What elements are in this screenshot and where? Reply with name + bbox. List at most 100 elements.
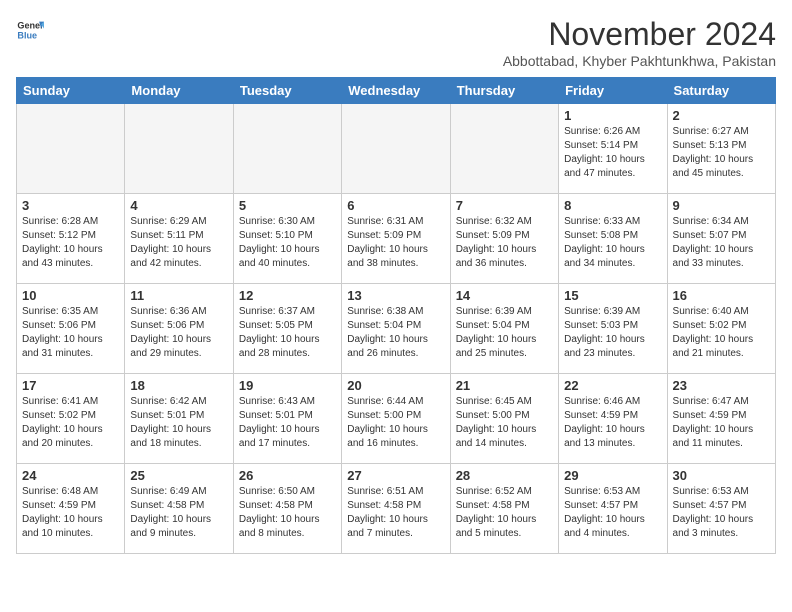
calendar-day-cell: 13 Sunrise: 6:38 AM Sunset: 5:04 PM Dayli… <box>342 284 450 374</box>
calendar-day-cell: 22 Sunrise: 6:46 AM Sunset: 4:59 PM Dayli… <box>559 374 667 464</box>
day-info: Sunrise: 6:50 AM Sunset: 4:58 PM Dayligh… <box>239 485 336 541</box>
day-info: Sunrise: 6:40 AM Sunset: 5:02 PM Dayligh… <box>673 305 770 361</box>
day-number: 7 <box>456 198 553 213</box>
calendar-day-cell: 29 Sunrise: 6:53 AM Sunset: 4:57 PM Dayli… <box>559 464 667 554</box>
day-number: 12 <box>239 288 336 303</box>
day-number: 21 <box>456 378 553 393</box>
calendar-day-cell: 26 Sunrise: 6:50 AM Sunset: 4:58 PM Dayli… <box>233 464 341 554</box>
day-number: 11 <box>130 288 227 303</box>
day-number: 2 <box>673 108 770 123</box>
day-info: Sunrise: 6:41 AM Sunset: 5:02 PM Dayligh… <box>22 395 119 451</box>
title-block: November 2024 Abbottabad, Khyber Pakhtun… <box>503 16 776 69</box>
month-title: November 2024 <box>503 16 776 53</box>
day-info: Sunrise: 6:29 AM Sunset: 5:11 PM Dayligh… <box>130 215 227 271</box>
calendar-day-header: Thursday <box>450 78 558 104</box>
calendar-week-row: 1Sunrise: 6:26 AM Sunset: 5:14 PM Daylig… <box>17 104 776 194</box>
day-info: Sunrise: 6:35 AM Sunset: 5:06 PM Dayligh… <box>22 305 119 361</box>
calendar-day-cell <box>450 104 558 194</box>
day-info: Sunrise: 6:48 AM Sunset: 4:59 PM Dayligh… <box>22 485 119 541</box>
day-info: Sunrise: 6:33 AM Sunset: 5:08 PM Dayligh… <box>564 215 661 271</box>
day-number: 29 <box>564 468 661 483</box>
calendar-day-header: Monday <box>125 78 233 104</box>
calendar-day-cell <box>17 104 125 194</box>
calendar-day-header: Tuesday <box>233 78 341 104</box>
calendar-table: SundayMondayTuesdayWednesdayThursdayFrid… <box>16 77 776 554</box>
day-info: Sunrise: 6:36 AM Sunset: 5:06 PM Dayligh… <box>130 305 227 361</box>
calendar-day-cell: 25 Sunrise: 6:49 AM Sunset: 4:58 PM Dayli… <box>125 464 233 554</box>
calendar-day-cell: 8Sunrise: 6:33 AM Sunset: 5:08 PM Daylig… <box>559 194 667 284</box>
day-number: 19 <box>239 378 336 393</box>
day-info: Sunrise: 6:32 AM Sunset: 5:09 PM Dayligh… <box>456 215 553 271</box>
day-number: 26 <box>239 468 336 483</box>
day-number: 5 <box>239 198 336 213</box>
calendar-day-cell: 10 Sunrise: 6:35 AM Sunset: 5:06 PM Dayli… <box>17 284 125 374</box>
day-number: 27 <box>347 468 444 483</box>
calendar-day-cell: 2 Sunrise: 6:27 AM Sunset: 5:13 PM Daylig… <box>667 104 775 194</box>
calendar-day-header: Sunday <box>17 78 125 104</box>
day-info: Sunrise: 6:26 AM Sunset: 5:14 PM Dayligh… <box>564 125 661 181</box>
day-info: Sunrise: 6:42 AM Sunset: 5:01 PM Dayligh… <box>130 395 227 451</box>
calendar-day-cell: 18 Sunrise: 6:42 AM Sunset: 5:01 PM Dayli… <box>125 374 233 464</box>
calendar-day-cell: 1Sunrise: 6:26 AM Sunset: 5:14 PM Daylig… <box>559 104 667 194</box>
day-number: 17 <box>22 378 119 393</box>
day-info: Sunrise: 6:28 AM Sunset: 5:12 PM Dayligh… <box>22 215 119 271</box>
day-info: Sunrise: 6:45 AM Sunset: 5:00 PM Dayligh… <box>456 395 553 451</box>
calendar-day-cell: 9Sunrise: 6:34 AM Sunset: 5:07 PM Daylig… <box>667 194 775 284</box>
day-info: Sunrise: 6:37 AM Sunset: 5:05 PM Dayligh… <box>239 305 336 361</box>
calendar-day-cell: 30 Sunrise: 6:53 AM Sunset: 4:57 PM Dayli… <box>667 464 775 554</box>
calendar-day-cell: 3 Sunrise: 6:28 AM Sunset: 5:12 PM Daylig… <box>17 194 125 284</box>
day-number: 10 <box>22 288 119 303</box>
calendar-day-cell <box>342 104 450 194</box>
calendar-week-row: 17 Sunrise: 6:41 AM Sunset: 5:02 PM Dayli… <box>17 374 776 464</box>
day-info: Sunrise: 6:39 AM Sunset: 5:04 PM Dayligh… <box>456 305 553 361</box>
calendar-week-row: 3 Sunrise: 6:28 AM Sunset: 5:12 PM Daylig… <box>17 194 776 284</box>
day-number: 28 <box>456 468 553 483</box>
day-info: Sunrise: 6:53 AM Sunset: 4:57 PM Dayligh… <box>564 485 661 541</box>
day-number: 3 <box>22 198 119 213</box>
day-number: 9 <box>673 198 770 213</box>
calendar-day-cell <box>125 104 233 194</box>
day-info: Sunrise: 6:38 AM Sunset: 5:04 PM Dayligh… <box>347 305 444 361</box>
day-info: Sunrise: 6:43 AM Sunset: 5:01 PM Dayligh… <box>239 395 336 451</box>
day-number: 14 <box>456 288 553 303</box>
logo-icon: General Blue <box>16 16 44 44</box>
svg-text:Blue: Blue <box>17 30 37 40</box>
calendar-day-cell: 14 Sunrise: 6:39 AM Sunset: 5:04 PM Dayli… <box>450 284 558 374</box>
calendar-day-cell: 6 Sunrise: 6:31 AM Sunset: 5:09 PM Daylig… <box>342 194 450 284</box>
location-subtitle: Abbottabad, Khyber Pakhtunkhwa, Pakistan <box>503 53 776 69</box>
day-number: 6 <box>347 198 444 213</box>
calendar-day-cell: 21 Sunrise: 6:45 AM Sunset: 5:00 PM Dayli… <box>450 374 558 464</box>
day-info: Sunrise: 6:47 AM Sunset: 4:59 PM Dayligh… <box>673 395 770 451</box>
day-info: Sunrise: 6:44 AM Sunset: 5:00 PM Dayligh… <box>347 395 444 451</box>
calendar-day-header: Saturday <box>667 78 775 104</box>
day-number: 25 <box>130 468 227 483</box>
calendar-header-row: SundayMondayTuesdayWednesdayThursdayFrid… <box>17 78 776 104</box>
day-number: 20 <box>347 378 444 393</box>
day-number: 24 <box>22 468 119 483</box>
day-number: 18 <box>130 378 227 393</box>
page-header: General Blue November 2024 Abbottabad, K… <box>16 16 776 69</box>
calendar-day-cell: 24 Sunrise: 6:48 AM Sunset: 4:59 PM Dayli… <box>17 464 125 554</box>
calendar-week-row: 10 Sunrise: 6:35 AM Sunset: 5:06 PM Dayli… <box>17 284 776 374</box>
calendar-day-cell: 12 Sunrise: 6:37 AM Sunset: 5:05 PM Dayli… <box>233 284 341 374</box>
calendar-day-cell: 5 Sunrise: 6:30 AM Sunset: 5:10 PM Daylig… <box>233 194 341 284</box>
calendar-week-row: 24 Sunrise: 6:48 AM Sunset: 4:59 PM Dayli… <box>17 464 776 554</box>
day-number: 13 <box>347 288 444 303</box>
calendar-day-cell: 11 Sunrise: 6:36 AM Sunset: 5:06 PM Dayli… <box>125 284 233 374</box>
day-info: Sunrise: 6:53 AM Sunset: 4:57 PM Dayligh… <box>673 485 770 541</box>
day-info: Sunrise: 6:49 AM Sunset: 4:58 PM Dayligh… <box>130 485 227 541</box>
calendar-day-cell: 20 Sunrise: 6:44 AM Sunset: 5:00 PM Dayli… <box>342 374 450 464</box>
calendar-day-cell: 28Sunrise: 6:52 AM Sunset: 4:58 PM Dayli… <box>450 464 558 554</box>
day-info: Sunrise: 6:46 AM Sunset: 4:59 PM Dayligh… <box>564 395 661 451</box>
day-number: 30 <box>673 468 770 483</box>
calendar-day-cell: 19 Sunrise: 6:43 AM Sunset: 5:01 PM Dayli… <box>233 374 341 464</box>
day-number: 22 <box>564 378 661 393</box>
day-info: Sunrise: 6:30 AM Sunset: 5:10 PM Dayligh… <box>239 215 336 271</box>
calendar-day-cell: 23Sunrise: 6:47 AM Sunset: 4:59 PM Dayli… <box>667 374 775 464</box>
calendar-day-cell: 7 Sunrise: 6:32 AM Sunset: 5:09 PM Daylig… <box>450 194 558 284</box>
calendar-day-cell: 4 Sunrise: 6:29 AM Sunset: 5:11 PM Daylig… <box>125 194 233 284</box>
day-number: 4 <box>130 198 227 213</box>
day-info: Sunrise: 6:27 AM Sunset: 5:13 PM Dayligh… <box>673 125 770 181</box>
day-info: Sunrise: 6:31 AM Sunset: 5:09 PM Dayligh… <box>347 215 444 271</box>
logo: General Blue <box>16 16 44 44</box>
